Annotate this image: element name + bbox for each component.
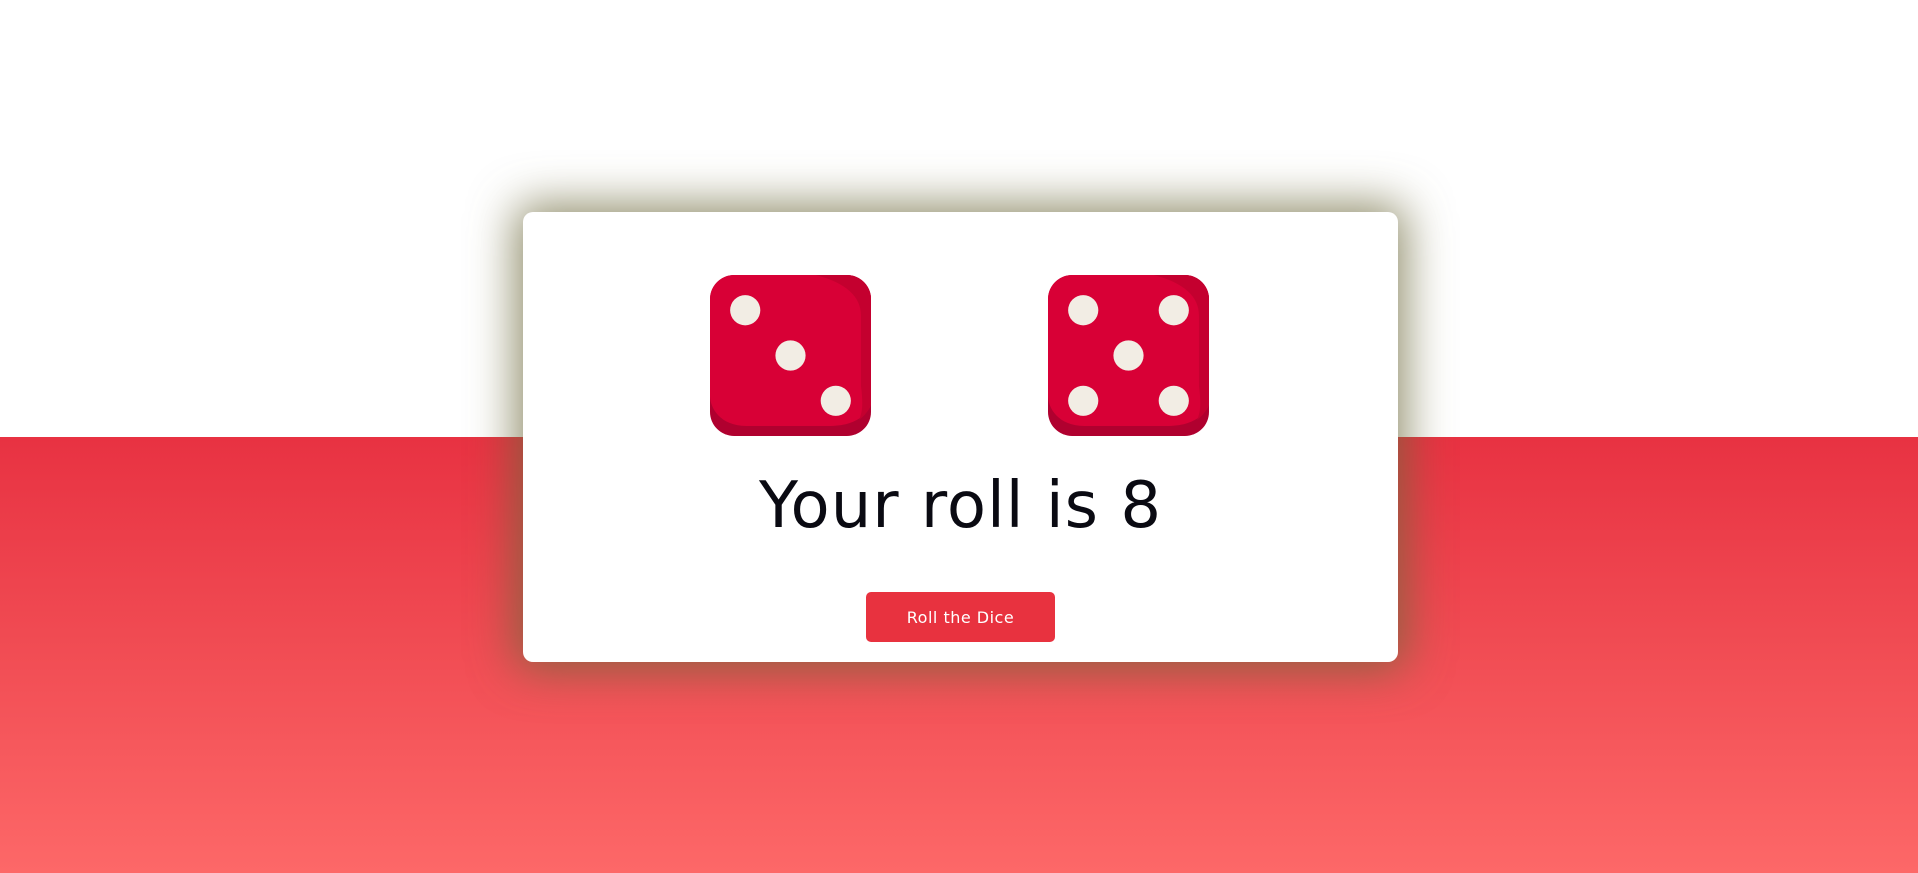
roll-dice-button[interactable]: Roll the Dice [866, 592, 1055, 642]
dice-row [523, 275, 1398, 436]
roll-result-text: Your roll is 8 [758, 469, 1163, 543]
dice-five-icon [1048, 275, 1209, 436]
dice-card: Your roll is 8 Roll the Dice [523, 212, 1398, 662]
dice-three-icon [710, 275, 871, 436]
page-background: Your roll is 8 Roll the Dice [0, 0, 1918, 873]
